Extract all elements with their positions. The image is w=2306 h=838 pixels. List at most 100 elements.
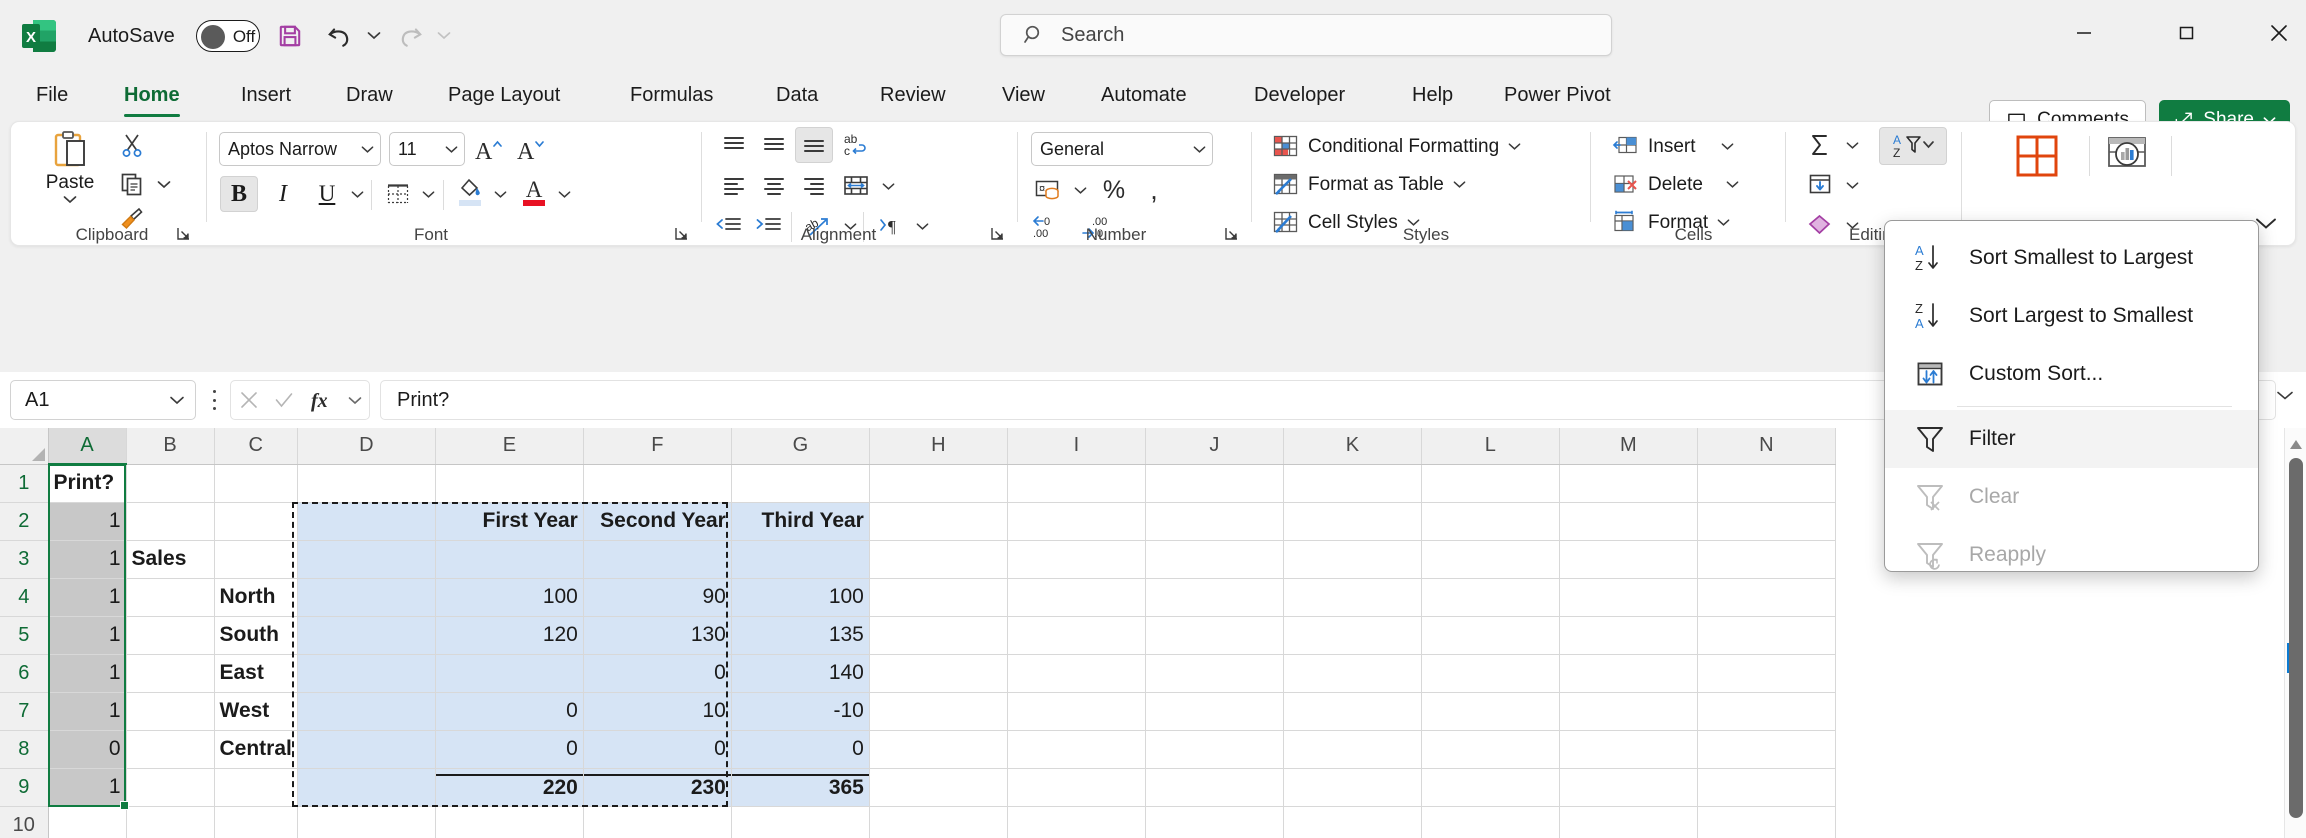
cell-A5[interactable]: 1 xyxy=(48,616,127,655)
cell-F4[interactable]: 90 xyxy=(583,578,732,617)
cell-L9[interactable] xyxy=(1421,768,1560,807)
sort-and-filter-button[interactable]: A Z xyxy=(1879,127,1947,165)
align-right-button[interactable] xyxy=(795,168,833,204)
column-header-g[interactable]: G xyxy=(731,428,870,465)
cell-L5[interactable] xyxy=(1421,616,1560,655)
autosave-toggle[interactable]: Off xyxy=(196,20,260,52)
ideas-button[interactable] xyxy=(2101,130,2153,182)
cell-E2[interactable]: First Year xyxy=(435,502,584,541)
cell-G1[interactable] xyxy=(731,464,870,503)
percent-style-button[interactable]: % xyxy=(1095,172,1133,208)
cell-A10[interactable] xyxy=(48,806,127,838)
fill-button[interactable] xyxy=(1801,167,1839,203)
tab-help[interactable]: Help xyxy=(1398,70,1467,120)
tab-file[interactable]: File xyxy=(22,70,82,120)
italic-button[interactable]: I xyxy=(264,176,302,212)
decrease-font-size-button[interactable]: A xyxy=(511,132,549,168)
cell-G2[interactable]: Third Year xyxy=(731,502,870,541)
cell-A2[interactable]: 1 xyxy=(48,502,127,541)
cell-H5[interactable] xyxy=(869,616,1008,655)
align-middle-button[interactable] xyxy=(755,127,793,163)
cell-F5[interactable]: 130 xyxy=(583,616,732,655)
cell-E5[interactable]: 120 xyxy=(435,616,584,655)
accounting-dropdown[interactable] xyxy=(1069,172,1091,208)
cell-F9[interactable]: 230 xyxy=(583,768,732,807)
cell-C10[interactable] xyxy=(214,806,298,838)
menu-item-sort-largest-to-smallest[interactable]: Z A Sort Largest to Smallest xyxy=(1885,287,2258,345)
bold-button[interactable]: B xyxy=(220,176,258,212)
cell-G10[interactable] xyxy=(731,806,870,838)
column-header-e[interactable]: E xyxy=(435,428,584,465)
cell-D8[interactable] xyxy=(297,730,436,769)
cell-E9[interactable]: 220 xyxy=(435,768,584,807)
cell-K6[interactable] xyxy=(1283,654,1422,693)
cell-B4[interactable] xyxy=(126,578,215,617)
chevron-down-icon[interactable] xyxy=(63,195,77,204)
cell-A7[interactable]: 1 xyxy=(48,692,127,731)
underline-dropdown[interactable] xyxy=(346,176,368,212)
fill-color-button[interactable] xyxy=(451,172,489,212)
cell-D10[interactable] xyxy=(297,806,436,838)
format-as-table-button[interactable]: Format as Table xyxy=(1267,166,1471,203)
cell-F8[interactable]: 0 xyxy=(583,730,732,769)
cell-G6[interactable]: 140 xyxy=(731,654,870,693)
undo-dropdown[interactable] xyxy=(364,25,384,45)
merge-dropdown[interactable] xyxy=(877,168,899,204)
insert-function-icon[interactable]: fx xyxy=(309,388,335,412)
row-header-6[interactable]: 6 xyxy=(0,654,49,693)
cell-A9[interactable]: 1 xyxy=(48,768,127,807)
row-header-7[interactable]: 7 xyxy=(0,692,49,731)
column-header-f[interactable]: F xyxy=(583,428,732,465)
cell-D9[interactable] xyxy=(297,768,436,807)
cell-J6[interactable] xyxy=(1145,654,1284,693)
cell-C7[interactable]: West xyxy=(214,692,298,731)
tab-draw[interactable]: Draw xyxy=(332,70,407,120)
row-header-5[interactable]: 5 xyxy=(0,616,49,655)
cell-E8[interactable]: 0 xyxy=(435,730,584,769)
cell-E6[interactable] xyxy=(435,654,584,693)
cell-N1[interactable] xyxy=(1697,464,1836,503)
cell-B9[interactable] xyxy=(126,768,215,807)
maximize-button[interactable] xyxy=(2155,10,2217,56)
cell-G5[interactable]: 135 xyxy=(731,616,870,655)
cell-B10[interactable] xyxy=(126,806,215,838)
cell-A8[interactable]: 0 xyxy=(48,730,127,769)
increase-font-size-button[interactable]: A xyxy=(469,132,507,168)
select-all-corner[interactable] xyxy=(0,428,49,465)
tab-page-layout[interactable]: Page Layout xyxy=(434,70,574,120)
cell-M2[interactable] xyxy=(1559,502,1698,541)
cell-L8[interactable] xyxy=(1421,730,1560,769)
cell-I4[interactable] xyxy=(1007,578,1146,617)
cell-I9[interactable] xyxy=(1007,768,1146,807)
column-header-m[interactable]: M xyxy=(1559,428,1698,465)
fill-color-dropdown[interactable] xyxy=(489,176,511,212)
column-header-h[interactable]: H xyxy=(869,428,1008,465)
column-header-l[interactable]: L xyxy=(1421,428,1560,465)
cell-I8[interactable] xyxy=(1007,730,1146,769)
cell-J1[interactable] xyxy=(1145,464,1284,503)
cell-G3[interactable] xyxy=(731,540,870,579)
cell-M1[interactable] xyxy=(1559,464,1698,503)
tab-automate[interactable]: Automate xyxy=(1087,70,1201,120)
cell-G8[interactable]: 0 xyxy=(731,730,870,769)
minimize-button[interactable] xyxy=(2053,10,2115,56)
cell-N6[interactable] xyxy=(1697,654,1836,693)
cell-I1[interactable] xyxy=(1007,464,1146,503)
chevron-down-icon[interactable] xyxy=(348,396,362,405)
expand-formula-bar-button[interactable] xyxy=(2274,390,2296,410)
cell-M10[interactable] xyxy=(1559,806,1698,838)
cell-I10[interactable] xyxy=(1007,806,1146,838)
cell-E4[interactable]: 100 xyxy=(435,578,584,617)
column-header-d[interactable]: D xyxy=(297,428,436,465)
cancel-icon[interactable] xyxy=(238,389,260,411)
autosum-button[interactable] xyxy=(1801,127,1839,163)
cell-J4[interactable] xyxy=(1145,578,1284,617)
tab-review[interactable]: Review xyxy=(866,70,960,120)
search-input[interactable]: Search xyxy=(1000,14,1612,56)
cell-H8[interactable] xyxy=(869,730,1008,769)
copy-dropdown[interactable] xyxy=(153,166,175,202)
scroll-up-icon[interactable] xyxy=(2285,434,2306,454)
cell-E7[interactable]: 0 xyxy=(435,692,584,731)
tab-insert[interactable]: Insert xyxy=(227,70,305,120)
cell-E3[interactable] xyxy=(435,540,584,579)
